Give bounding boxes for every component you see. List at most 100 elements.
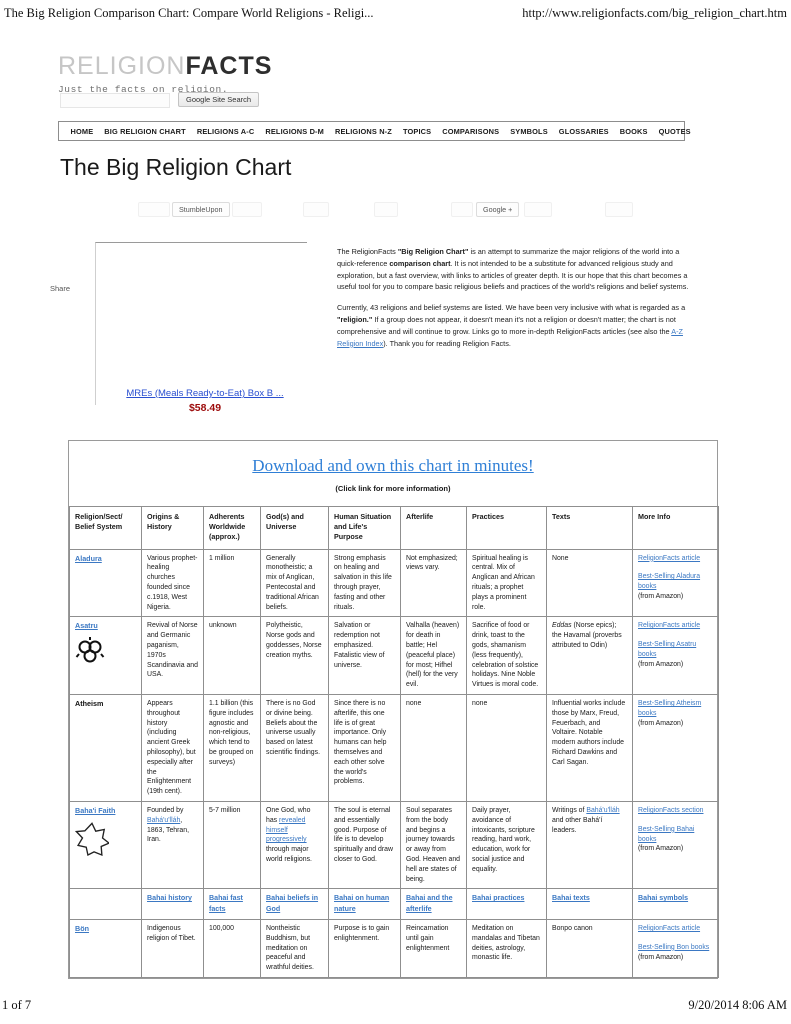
religion-label-atheism: Atheism: [75, 699, 104, 709]
practices-cell: Meditation on mandalas and Tibetan deiti…: [466, 918, 547, 978]
best-selling-books-link[interactable]: Best-Selling Bahai books: [638, 826, 694, 843]
social-button-facebook[interactable]: [138, 202, 170, 217]
print-header: The Big Religion Comparison Chart: Compa…: [0, 6, 791, 28]
column-header-practices: Practices: [466, 506, 547, 550]
social-button-plusone[interactable]: [451, 202, 473, 217]
texts-cell: Writings of Bahá'u'lláh and other Bahá'í…: [546, 800, 633, 890]
column-header-origins: Origins & History: [141, 506, 204, 550]
bahai-history-link[interactable]: Bahai history: [147, 894, 192, 902]
more-info-cell: Best-Selling Atheism books (from Amazon): [632, 694, 719, 802]
nav-item-symbols[interactable]: SYMBOLS: [505, 127, 554, 136]
bahai-texts-link[interactable]: Bahai texts: [552, 894, 590, 902]
column-header-human-situation: Human Situation and Life's Purpose: [328, 506, 401, 550]
amazon-note: (from Amazon): [638, 593, 684, 601]
column-header-gods: God(s) and Universe: [260, 506, 329, 550]
nine-pointed-star-icon: [74, 821, 136, 860]
site-logo[interactable]: RELIGIONFACTS Just the facts on religion…: [58, 54, 272, 96]
bahai-links-cell: Bahai texts: [546, 888, 633, 920]
page-number: 1 of 7: [2, 998, 32, 1012]
nav-item-topics[interactable]: TOPICS: [397, 127, 436, 136]
religionfacts-article-link[interactable]: ReligionFacts article: [638, 925, 700, 932]
afterlife-cell: none: [400, 694, 467, 802]
bahai-and-the-afterlife-link[interactable]: Bahai and the afterlife: [406, 894, 453, 913]
bahai-symbols-link[interactable]: Bahai symbols: [638, 894, 688, 902]
advertisement-box: [95, 242, 307, 405]
best-selling-books-link[interactable]: Best-Selling Asatru books: [638, 641, 696, 658]
afterlife-cell: Not emphasized; views vary.: [400, 548, 467, 618]
bahai-beliefs-in-god-link[interactable]: Bahai beliefs in God: [266, 894, 318, 913]
adherents-cell: 1 million: [203, 548, 261, 618]
download-chart-link[interactable]: Download and own this chart in minutes!: [69, 441, 717, 476]
religion-name-cell: Asatru: [69, 616, 142, 696]
nav-item-religions-n-z[interactable]: RELIGIONS N-Z: [329, 127, 397, 136]
social-share-bar: StumbleUpon Google +: [110, 202, 670, 218]
best-selling-books-link[interactable]: Best-Selling Aladura books: [638, 573, 700, 590]
human-situation-cell: Salvation or redemption not emphasized. …: [328, 616, 401, 696]
amazon-note: (from Amazon): [638, 660, 684, 668]
bahai-practices-link[interactable]: Bahai practices: [472, 894, 524, 902]
religionfacts-article-link[interactable]: ReligionFacts article: [638, 622, 700, 629]
adherents-cell: unknown: [203, 616, 261, 696]
religion-link-aladura[interactable]: Aladura: [75, 554, 102, 563]
religionfacts-article-link[interactable]: ReligionFacts article: [638, 555, 700, 562]
human-situation-cell: Strong emphasis on healing and salvation…: [328, 548, 401, 618]
nav-item-religions-a-c[interactable]: RELIGIONS A-C: [191, 127, 260, 136]
nav-item-books[interactable]: BOOKS: [614, 127, 653, 136]
social-button-share[interactable]: [232, 202, 262, 217]
social-button-email[interactable]: [605, 202, 633, 217]
nav-item-comparisons[interactable]: COMPARISONS: [437, 127, 505, 136]
religionfacts-section-link[interactable]: ReligionFacts section: [638, 807, 704, 814]
search-row: Google Site Search: [60, 92, 300, 108]
human-situation-cell: Purpose is to gain enlightenment.: [328, 918, 401, 978]
more-info-cell: ReligionFacts section Best-Selling Bahai…: [632, 800, 719, 890]
gods-cell: There is no God or divine being. Beliefs…: [260, 694, 329, 802]
social-button-stumbleupon[interactable]: StumbleUpon: [172, 202, 230, 217]
texts-cell: Bonpo canon: [546, 918, 633, 978]
ad-product-link[interactable]: MREs (Meals Ready-to-Eat) Box B ...: [112, 388, 298, 399]
chart-panel: Download and own this chart in minutes! …: [68, 440, 719, 979]
origins-cell: Indigenous religion of Tibet.: [141, 918, 204, 978]
practices-cell: none: [466, 694, 547, 802]
bahai-fast-facts-link[interactable]: Bahai fast facts: [209, 894, 243, 913]
bahai-links-cell: Bahai history: [141, 888, 204, 920]
nav-item-home[interactable]: HOME: [65, 127, 99, 136]
social-button-pinterest[interactable]: [374, 202, 398, 217]
practices-cell: Spiritual healing is central. Mix of Ang…: [466, 548, 547, 618]
bahai-links-cell: Bahai and the afterlife: [400, 888, 467, 920]
print-header-url: http://www.religionfacts.com/big_religio…: [522, 6, 787, 20]
practices-cell: Sacrifice of food or drink, toast to the…: [466, 616, 547, 696]
bahaullah-link[interactable]: Bahá'u'lláh: [147, 817, 180, 824]
practices-cell: Daily prayer, avoidance of intoxicants, …: [466, 800, 547, 890]
texts-cell: Influential works include those by Marx,…: [546, 694, 633, 802]
amazon-note: (from Amazon): [638, 845, 684, 853]
table-row: Aladura Various prophet-healing churches…: [69, 548, 719, 618]
adherents-cell: 5-7 million: [203, 800, 261, 890]
column-header-religion: Religion/Sect/ Belief System: [69, 506, 142, 550]
best-selling-books-link[interactable]: Best-Selling Atheism books: [638, 700, 701, 717]
nav-item-big-religion-chart[interactable]: BIG RELIGION CHART: [99, 127, 192, 136]
social-button-google-plus[interactable]: Google +: [476, 202, 520, 217]
religion-link-asatru[interactable]: Asatru: [75, 621, 98, 630]
triple-horn-icon: [75, 637, 136, 669]
religion-link-bahai-faith[interactable]: Baha'i Faith: [75, 806, 115, 815]
google-site-search-button[interactable]: Google Site Search: [178, 92, 260, 107]
bahai-on-human-nature-link[interactable]: Bahai on human nature: [334, 894, 389, 913]
table-header-row: Religion/Sect/ Belief System Origins & H…: [69, 506, 719, 550]
search-input[interactable]: [60, 93, 170, 108]
table-row: Atheism Appears throughout history (incl…: [69, 694, 719, 802]
texts-cell: Eddas (Norse epics); the Havamal (prover…: [546, 616, 633, 696]
nav-item-quotes[interactable]: QUOTES: [653, 127, 696, 136]
share-label: Share: [50, 284, 71, 293]
bahaullah-writings-link[interactable]: Bahá'u'lláh: [586, 807, 619, 814]
amazon-note: (from Amazon): [638, 953, 684, 961]
nav-item-glossaries[interactable]: GLOSSARIES: [553, 127, 614, 136]
gods-cell: One God, who has revealed himself progre…: [260, 800, 329, 890]
social-button-tweet[interactable]: [303, 202, 329, 217]
best-selling-books-link[interactable]: Best-Selling Bon books: [638, 944, 709, 951]
social-button-linkedin[interactable]: [524, 202, 552, 217]
religion-link-bon[interactable]: Bön: [75, 924, 89, 933]
intro-paragraph-1: The ReligionFacts "Big Religion Chart" i…: [337, 247, 689, 292]
download-chart-subtitle: (Click link for more information): [335, 484, 451, 493]
nav-item-religions-d-m[interactable]: RELIGIONS D-M: [260, 127, 330, 136]
table-row: Asatru Revival of Norse and Germanic pag…: [69, 616, 719, 696]
